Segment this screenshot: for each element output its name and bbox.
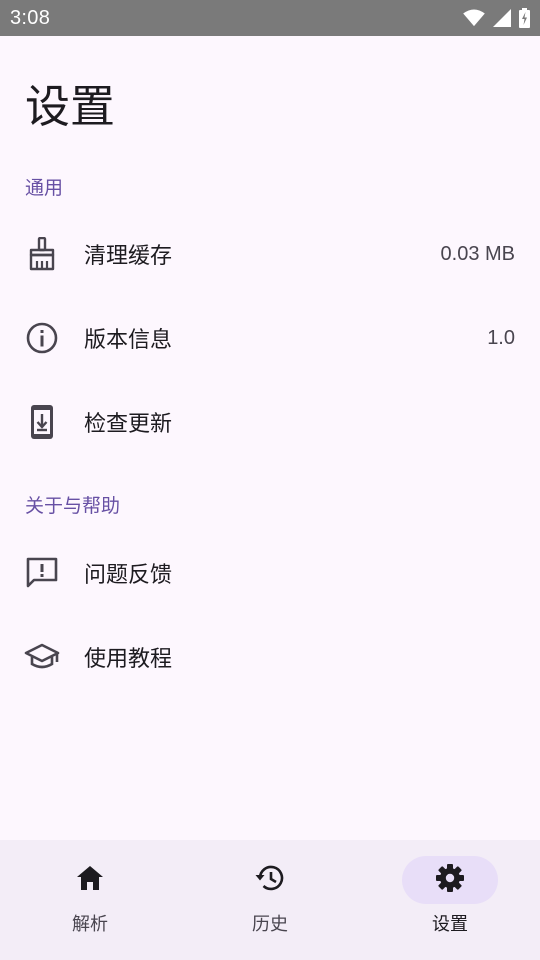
check-update-item[interactable]: 检查更新	[0, 380, 540, 464]
clear-cache-item[interactable]: 清理缓存 0.03 MB	[0, 212, 540, 296]
bottom-navigation: 解析 历史 设置	[0, 840, 540, 960]
version-value: 1.0	[487, 326, 515, 349]
feedback-item[interactable]: 问题反馈	[0, 531, 540, 615]
status-bar: 3:08	[0, 0, 540, 36]
nav-label-parse: 解析	[72, 914, 108, 935]
check-update-label: 检查更新	[84, 412, 173, 437]
info-icon	[24, 320, 60, 356]
nav-pill-settings	[402, 856, 498, 904]
history-icon	[254, 863, 286, 897]
tutorial-label: 使用教程	[84, 647, 173, 672]
status-icons	[463, 8, 530, 28]
school-icon	[24, 639, 60, 675]
nav-item-parse[interactable]: 解析	[0, 840, 180, 960]
feedback-icon	[24, 555, 60, 591]
section-header-about-help: 关于与帮助	[25, 495, 121, 517]
status-time: 3:08	[10, 6, 51, 29]
nav-pill-history	[222, 856, 318, 904]
battery-charging-icon	[519, 8, 530, 28]
signal-icon	[493, 9, 511, 27]
version-info-item[interactable]: 版本信息 1.0	[0, 296, 540, 380]
gear-icon	[435, 863, 465, 897]
wifi-icon	[463, 9, 485, 27]
broom-icon	[24, 236, 60, 272]
tutorial-item[interactable]: 使用教程	[0, 615, 540, 699]
nav-item-history[interactable]: 历史	[180, 840, 360, 960]
page-title: 设置	[25, 80, 116, 133]
phone-download-icon	[24, 404, 60, 440]
cache-size-value: 0.03 MB	[440, 242, 515, 265]
nav-pill-parse	[42, 856, 138, 904]
version-info-label: 版本信息	[84, 328, 173, 353]
feedback-label: 问题反馈	[84, 563, 173, 588]
nav-label-history: 历史	[252, 914, 288, 935]
clear-cache-label: 清理缓存	[84, 244, 173, 269]
nav-label-settings: 设置	[432, 914, 468, 935]
home-icon	[75, 864, 105, 896]
nav-item-settings[interactable]: 设置	[360, 840, 540, 960]
section-header-general: 通用	[25, 177, 64, 199]
